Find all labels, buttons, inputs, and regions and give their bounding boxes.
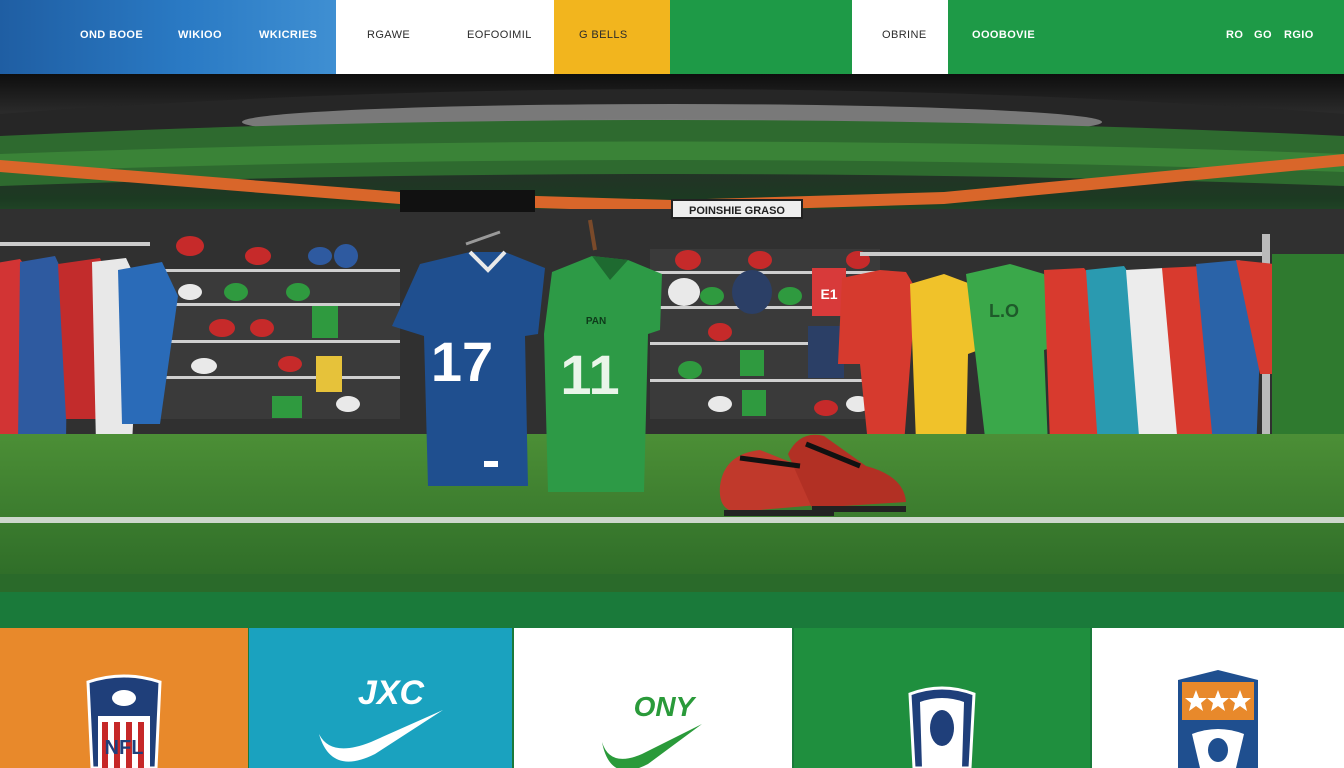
team-crest-icon	[1178, 670, 1258, 768]
nfl-shield-icon: NFL	[86, 674, 162, 768]
brand-panel-nfl[interactable]: NFL	[0, 628, 248, 768]
nav-item-2[interactable]: WIKIOO	[178, 29, 222, 41]
nav-item-9[interactable]: RO	[1226, 29, 1243, 41]
store-scene: POINSHIE GRASO E1 L.O 17 PAN 11	[0, 74, 1344, 592]
brand-panel-ony[interactable]: ONY	[514, 628, 792, 768]
nav-segment-white: RGAWE EOFOOIMIL	[336, 0, 554, 74]
red-rack-jersey-number: E1	[820, 286, 837, 302]
swoosh-logo-icon: JXC	[318, 674, 443, 762]
green-jersey-chest-text: PAN	[586, 316, 606, 327]
nav-item-6[interactable]: G BELLS	[579, 29, 628, 41]
nav-segment-blue: OND BOOE WIKIOO WKICRIES	[0, 0, 336, 74]
green-swoosh-logo-icon: ONY	[602, 691, 702, 768]
ony-logo-text: ONY	[634, 691, 697, 722]
brand-panel-shield[interactable]	[794, 628, 1090, 768]
right-jersey-number: L.O	[989, 301, 1019, 321]
nav-item-3[interactable]: WKICRIES	[259, 29, 317, 41]
right-plants	[1272, 254, 1344, 444]
nav-item-7[interactable]: OBRINE	[882, 29, 927, 41]
jxc-logo-text: JXC	[357, 674, 424, 712]
green-jersey-number: 11	[560, 343, 619, 406]
nav-item-8[interactable]: OOOBOVIE	[972, 29, 1035, 41]
nav-item-10[interactable]: GO	[1254, 29, 1272, 41]
brand-panel-jxc[interactable]: JXC	[249, 628, 512, 768]
nav-segment-green-spacer	[670, 0, 852, 74]
turf-field	[0, 434, 1344, 592]
nav-segment-yellow: G BELLS	[554, 0, 670, 74]
nav-segment-green: OOOBOVIE RO GO RGIO	[948, 0, 1344, 74]
nav-item-1[interactable]: OND BOOE	[80, 29, 143, 41]
nav-item-11[interactable]: RGIO	[1284, 29, 1314, 41]
store-sign-text: POINSHIE GRASO	[689, 205, 785, 217]
nfl-logo-text: NFL	[105, 737, 144, 759]
league-shield-icon	[908, 686, 976, 768]
field-line	[0, 517, 1344, 523]
nav-segment-white-2: OBRINE	[852, 0, 948, 74]
nav-item-5[interactable]: EOFOOIMIL	[467, 29, 532, 41]
brand-panel-crest[interactable]	[1092, 628, 1344, 768]
store-sign-left	[400, 190, 535, 212]
top-navigation: OND BOOE WIKIOO WKICRIES RGAWE EOFOOIMIL…	[0, 0, 1344, 74]
hero-store-banner: POINSHIE GRASO E1 L.O 17 PAN 11	[0, 74, 1344, 592]
nav-item-4[interactable]: RGAWE	[367, 29, 410, 41]
brand-panels: NFL JXC ONY	[0, 592, 1344, 768]
left-jersey-rack	[0, 242, 178, 444]
blue-jersey-number: 17	[431, 330, 493, 393]
